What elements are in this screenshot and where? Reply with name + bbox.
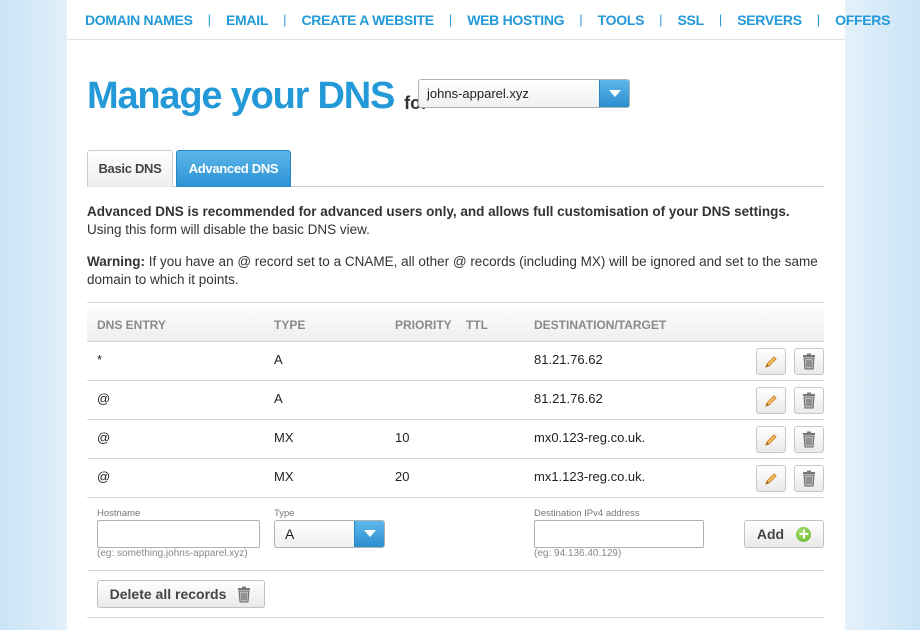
table-header: DNS ENTRY TYPE PRIORITY TTL DESTINATION/…: [87, 303, 824, 342]
edit-button[interactable]: [756, 465, 786, 492]
header-destination: DESTINATION/TARGET: [534, 318, 667, 332]
table-row: @ MX 20 mx1.123-reg.co.uk.: [87, 459, 824, 498]
tab-advanced-dns[interactable]: Advanced DNS: [176, 150, 291, 187]
edit-button[interactable]: [756, 348, 786, 375]
delete-button[interactable]: [794, 426, 824, 453]
top-nav: DOMAIN NAMES | EMAIL | CREATE A WEBSITE …: [67, 0, 890, 40]
pencil-icon: [765, 472, 777, 485]
cell-type: A: [274, 352, 283, 367]
table-row: @ MX 10 mx0.123-reg.co.uk.: [87, 420, 824, 459]
warning-body: If you have an @ record set to a CNAME, …: [87, 254, 818, 287]
nav-separator: |: [718, 12, 723, 27]
cell-destination: mx0.123-reg.co.uk.: [534, 430, 646, 445]
cell-priority: 20: [395, 469, 410, 484]
cell-entry: @: [97, 391, 111, 406]
trash-icon: [803, 353, 815, 370]
trash-icon: [803, 470, 815, 487]
trash-icon: [238, 586, 251, 602]
header-type: TYPE: [274, 318, 306, 332]
dns-records-table: DNS ENTRY TYPE PRIORITY TTL DESTINATION/…: [87, 302, 824, 618]
intro-normal: Using this form will disable the basic D…: [87, 222, 370, 237]
type-label: Type: [274, 508, 295, 519]
warning-text: Warning: If you have an @ record set to …: [87, 253, 827, 289]
destination-input[interactable]: [534, 520, 704, 548]
pencil-icon: [765, 394, 777, 407]
hostname-input[interactable]: [97, 520, 260, 548]
nav-tools[interactable]: TOOLS: [598, 12, 645, 28]
cell-type: A: [274, 391, 283, 406]
delete-all-records-button[interactable]: Delete all records: [97, 580, 265, 608]
add-record-form: Hostname (eg: something.johns-apparel.xy…: [87, 498, 824, 571]
nav-web-hosting[interactable]: WEB HOSTING: [467, 12, 564, 28]
nav-separator: |: [448, 12, 453, 27]
intro-bold: Advanced DNS is recommended for advanced…: [87, 204, 790, 219]
cell-destination: 81.21.76.62: [534, 391, 603, 406]
cell-type: MX: [274, 469, 294, 484]
intro-text: Advanced DNS is recommended for advanced…: [87, 203, 827, 239]
cell-priority: 10: [395, 430, 410, 445]
hostname-hint: (eg: something.johns-apparel.xyz): [97, 548, 248, 559]
trash-icon: [803, 431, 815, 448]
cell-destination: 81.21.76.62: [534, 352, 603, 367]
dns-tabs: Basic DNS Advanced DNS: [87, 150, 824, 187]
add-button-label: Add: [756, 526, 785, 542]
nav-domain-names[interactable]: DOMAIN NAMES: [85, 12, 193, 28]
chevron-down-icon[interactable]: [354, 521, 384, 547]
chevron-down-icon[interactable]: [599, 80, 629, 107]
nav-separator: |: [816, 12, 821, 27]
nav-separator: |: [659, 12, 663, 27]
delete-button[interactable]: [794, 465, 824, 492]
pencil-icon: [765, 433, 777, 446]
cell-entry: *: [97, 352, 103, 367]
edit-button[interactable]: [756, 426, 786, 453]
domain-select-value: johns-apparel.xyz: [427, 86, 529, 101]
delete-button[interactable]: [794, 348, 824, 375]
nav-separator: |: [207, 12, 212, 27]
trash-icon: [803, 392, 815, 409]
destination-label: Destination IPv4 address: [534, 508, 640, 519]
destination-hint: (eg: 94.136.40.129): [534, 548, 622, 559]
cell-type: MX: [274, 430, 294, 445]
edit-button[interactable]: [756, 387, 786, 414]
domain-select[interactable]: johns-apparel.xyz: [418, 79, 630, 108]
warning-label: Warning:: [87, 254, 145, 269]
nav-ssl[interactable]: SSL: [678, 12, 705, 28]
delete-button[interactable]: [794, 387, 824, 414]
hostname-label: Hostname: [97, 508, 141, 519]
nav-offers[interactable]: OFFERS: [835, 12, 890, 28]
plus-circle-icon: [796, 526, 812, 542]
nav-separator: |: [579, 12, 583, 27]
header-priority: PRIORITY: [395, 318, 452, 332]
cell-destination: mx1.123-reg.co.uk.: [534, 469, 646, 484]
tab-basic-dns[interactable]: Basic DNS: [87, 150, 173, 187]
table-row: @ A 81.21.76.62: [87, 381, 824, 420]
pencil-icon: [765, 355, 777, 368]
nav-create-website[interactable]: CREATE A WEBSITE: [301, 12, 434, 28]
nav-email[interactable]: EMAIL: [226, 12, 268, 28]
delete-all-row: Delete all records: [87, 571, 824, 618]
delete-all-label: Delete all records: [109, 586, 227, 602]
nav-separator: |: [283, 12, 287, 27]
cell-entry: @: [97, 469, 111, 484]
add-record-button[interactable]: Add: [744, 520, 824, 548]
nav-servers[interactable]: SERVERS: [737, 12, 802, 28]
header-ttl: TTL: [466, 318, 488, 332]
page-title: Manage your DNS: [87, 75, 395, 117]
page: DOMAIN NAMES | EMAIL | CREATE A WEBSITE …: [67, 0, 890, 630]
type-select[interactable]: A: [274, 520, 385, 548]
page-heading: Manage your DNS for: [87, 74, 428, 118]
table-row: * A 81.21.76.62: [87, 342, 824, 381]
cell-entry: @: [97, 430, 111, 445]
type-select-value: A: [285, 526, 295, 542]
header-dns-entry: DNS ENTRY: [97, 318, 166, 332]
